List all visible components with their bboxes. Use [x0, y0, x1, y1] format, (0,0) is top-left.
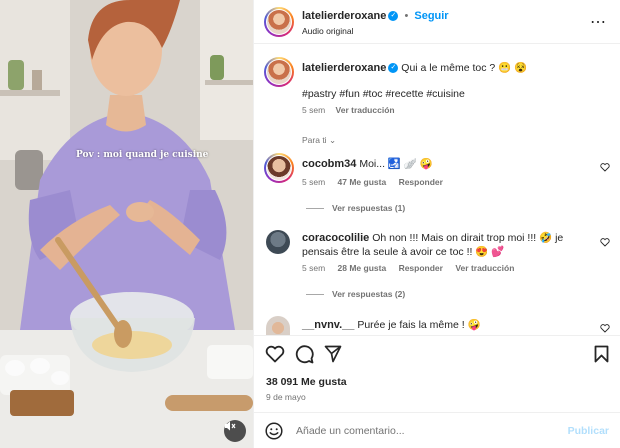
comment-text-line2: pensais être la seule à avoir ce toc !! … — [302, 246, 505, 258]
comment-time: 5 sem — [302, 263, 326, 273]
comment-time: 5 sem — [302, 177, 326, 187]
mute-button[interactable] — [224, 420, 246, 442]
comment-text: Oh non !!! Mais on dirait trop moi !!! 🤣… — [372, 232, 564, 244]
caption-hashtags[interactable]: #pastry #fun #toc #recette #cuisine — [302, 88, 465, 100]
view-replies-label: Ver respuestas (1) — [332, 203, 406, 213]
heart-icon[interactable] — [600, 162, 610, 172]
comment-likes[interactable]: 28 Me gusta — [338, 263, 387, 273]
comment-avatar[interactable] — [266, 316, 290, 336]
caption-time: 5 sem — [302, 105, 326, 115]
publish-button[interactable]: Publicar — [568, 425, 609, 437]
comment-item: __nvnv.__ Purée je fais la même ! 🤪 — [302, 318, 481, 331]
heart-icon[interactable] — [600, 323, 610, 333]
for-you-filter[interactable]: Para ti ⌄ — [302, 135, 336, 146]
reply-link[interactable]: Responder — [399, 177, 443, 187]
post-video[interactable]: Pov : moi quand je cuisine — [0, 0, 253, 448]
for-you-label: Para ti — [302, 135, 327, 145]
caption-translate-link[interactable]: Ver traducción — [336, 105, 395, 115]
post-date: 9 de mayo — [266, 392, 306, 402]
comment-text: Purée je fais la même ! 🤪 — [357, 319, 481, 331]
caption-username[interactable]: latelierderoxane — [302, 62, 386, 74]
caption-avatar[interactable] — [264, 57, 294, 87]
follow-button[interactable]: Seguir — [414, 10, 448, 22]
more-icon[interactable]: ⋯ — [590, 12, 607, 32]
comment-icon[interactable] — [295, 345, 314, 364]
author-avatar[interactable] — [264, 7, 294, 37]
comment-text: Moi... 🛃 🪽 🤪 — [359, 158, 433, 170]
comment-composer: Añade un comentario... Publicar — [254, 412, 620, 448]
comment-avatar[interactable] — [266, 230, 290, 254]
comment-input[interactable]: Añade un comentario... — [296, 425, 405, 437]
video-frame — [0, 0, 253, 448]
like-count[interactable]: 38 091 Me gusta — [266, 376, 347, 388]
comment-username[interactable]: __nvnv.__ — [302, 319, 354, 331]
comment-username[interactable]: cocobm34 — [302, 158, 356, 170]
chevron-down-icon: ⌄ — [328, 135, 337, 145]
comment-likes[interactable]: 47 Me gusta — [338, 177, 387, 187]
author-username[interactable]: latelierderoxane — [302, 10, 386, 22]
mute-icon — [225, 421, 236, 431]
separator-dot: • — [404, 10, 409, 22]
view-replies-link[interactable]: Ver respuestas (1) — [306, 203, 405, 213]
smiley-icon[interactable] — [265, 422, 283, 440]
save-icon[interactable] — [594, 345, 609, 363]
reply-link[interactable]: Responder — [399, 263, 443, 273]
heart-icon[interactable] — [265, 345, 285, 363]
comment-username[interactable]: coracocolilie — [302, 232, 369, 244]
comment-avatar[interactable] — [264, 153, 294, 183]
view-replies-link[interactable]: Ver respuestas (2) — [306, 289, 405, 299]
post-header: latelierderoxane ✓ • Seguir Audio origina… — [254, 0, 620, 44]
comment-item: coracocolilie Oh non !!! Mais on dirait … — [302, 231, 563, 244]
view-replies-label: Ver respuestas (2) — [332, 289, 406, 299]
verified-icon: ✓ — [388, 11, 399, 22]
post-details-panel: latelierderoxane ✓ • Seguir Audio origina… — [253, 0, 620, 448]
video-overlay-caption: Pov : moi quand je cuisine — [76, 150, 209, 160]
audio-label[interactable]: Audio original — [302, 26, 354, 36]
comment-item: cocobm34 Moi... 🛃 🪽 🤪 — [302, 157, 433, 170]
share-icon[interactable] — [324, 345, 342, 363]
heart-icon[interactable] — [600, 237, 610, 247]
verified-icon: ✓ — [388, 63, 399, 74]
caption-text: Qui a le même toc ? 😬 😵 — [401, 62, 528, 74]
translate-link[interactable]: Ver traducción — [455, 263, 514, 273]
